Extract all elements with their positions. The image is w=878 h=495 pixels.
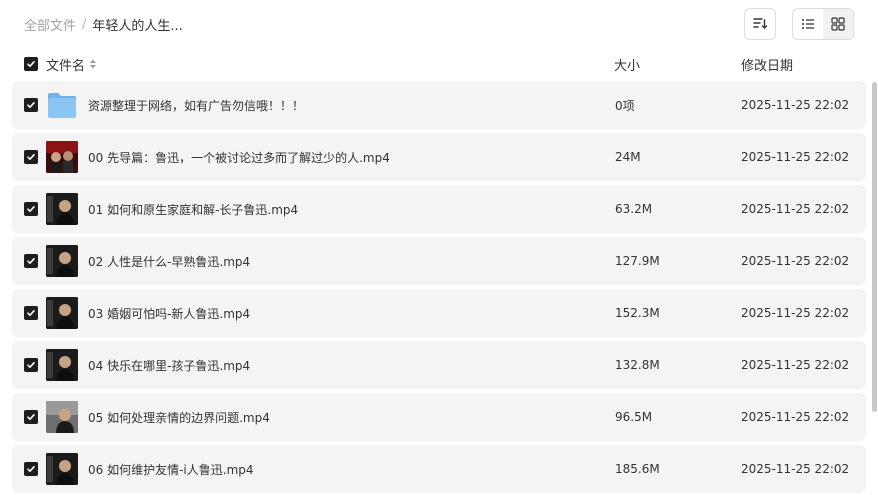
grid-view-icon — [831, 17, 845, 31]
column-header-date: 修改日期 — [741, 58, 794, 74]
sort-toggle-icon[interactable] — [89, 58, 97, 70]
file-size: 152.3M — [615, 306, 660, 320]
select-all-checkbox[interactable] — [24, 57, 38, 71]
video-thumbnail — [46, 141, 78, 173]
file-name[interactable]: 03 婚姻可怕吗-新人鲁迅.mp4 — [88, 289, 250, 337]
file-size: 63.2M — [615, 202, 653, 216]
column-header-size: 大小 — [614, 58, 641, 74]
file-row[interactable]: 04 快乐在哪里-孩子鲁迅.mp4 132.8M 2025-11-25 22:0… — [12, 341, 866, 389]
file-date: 2025-11-25 22:02 — [741, 254, 850, 268]
video-thumbnail — [46, 245, 78, 277]
file-row[interactable]: 01 如何和原生家庭和解-长子鲁迅.mp4 63.2M 2025-11-25 2… — [12, 185, 866, 233]
row-checkbox[interactable] — [24, 358, 38, 372]
file-row[interactable]: 05 如何处理亲情的边界问题.mp4 96.5M 2025-11-25 22:0… — [12, 393, 866, 441]
file-name[interactable]: 资源整理于网络，如有广告勿信哦！！！ — [88, 81, 304, 129]
file-size: 24M — [615, 150, 641, 164]
video-thumbnail — [46, 297, 78, 329]
file-name[interactable]: 04 快乐在哪里-孩子鲁迅.mp4 — [88, 341, 250, 389]
file-list-header: 文件名 大小 修改日期 — [24, 54, 868, 74]
check-icon — [27, 258, 35, 264]
file-size: 127.9M — [615, 254, 660, 268]
file-name[interactable]: 00 先导篇：鲁迅，一个被讨论过多而了解过少的人.mp4 — [88, 133, 390, 181]
row-checkbox[interactable] — [24, 254, 38, 268]
row-checkbox[interactable] — [24, 410, 38, 424]
file-size: 132.8M — [615, 358, 660, 372]
row-checkbox[interactable] — [24, 462, 38, 476]
video-thumbnail — [46, 349, 78, 381]
scrollbar-thumb[interactable] — [872, 82, 877, 412]
file-date: 2025-11-25 22:02 — [741, 98, 850, 112]
view-toggle — [792, 8, 854, 40]
toolbar — [744, 8, 854, 40]
file-date: 2025-11-25 22:02 — [741, 410, 850, 424]
video-thumbnail — [46, 193, 78, 225]
file-name[interactable]: 06 如何维护友情-i人鲁迅.mp4 — [88, 445, 254, 493]
file-row[interactable]: 02 人性是什么-早熟鲁迅.mp4 127.9M 2025-11-25 22:0… — [12, 237, 866, 285]
file-name[interactable]: 01 如何和原生家庭和解-长子鲁迅.mp4 — [88, 185, 298, 233]
file-list: 资源整理于网络，如有广告勿信哦！！！ 0项 2025-11-25 22:02 0… — [12, 81, 866, 495]
check-icon — [27, 466, 35, 472]
check-icon — [27, 154, 35, 160]
file-row[interactable]: 03 婚姻可怕吗-新人鲁迅.mp4 152.3M 2025-11-25 22:0… — [12, 289, 866, 337]
check-icon — [27, 61, 35, 67]
file-date: 2025-11-25 22:02 — [741, 150, 850, 164]
file-row[interactable]: 06 如何维护友情-i人鲁迅.mp4 185.6M 2025-11-25 22:… — [12, 445, 866, 493]
file-date: 2025-11-25 22:02 — [741, 358, 850, 372]
file-date: 2025-11-25 22:02 — [741, 306, 850, 320]
check-icon — [27, 310, 35, 316]
check-icon — [27, 362, 35, 368]
video-thumbnail — [46, 453, 78, 485]
file-name[interactable]: 05 如何处理亲情的边界问题.mp4 — [88, 393, 270, 441]
check-icon — [27, 102, 35, 108]
list-view-button[interactable] — [793, 9, 823, 39]
check-icon — [27, 414, 35, 420]
check-icon — [27, 206, 35, 212]
row-checkbox[interactable] — [24, 98, 38, 112]
list-view-icon — [802, 19, 814, 29]
breadcrumb-current: 年轻人的人生... — [92, 18, 183, 34]
row-checkbox[interactable] — [24, 150, 38, 164]
folder-icon — [46, 89, 78, 121]
file-name[interactable]: 02 人性是什么-早熟鲁迅.mp4 — [88, 237, 250, 285]
file-row[interactable]: 资源整理于网络，如有广告勿信哦！！！ 0项 2025-11-25 22:02 — [12, 81, 866, 129]
sort-button[interactable] — [744, 8, 776, 40]
file-size: 0项 — [615, 98, 635, 113]
file-date: 2025-11-25 22:02 — [741, 202, 850, 216]
row-checkbox[interactable] — [24, 202, 38, 216]
file-date: 2025-11-25 22:02 — [741, 462, 850, 476]
video-thumbnail — [46, 401, 78, 433]
row-checkbox[interactable] — [24, 306, 38, 320]
file-size: 185.6M — [615, 462, 660, 476]
breadcrumb: 全部文件 / 年轻人的人生... — [24, 14, 183, 34]
sort-descending-icon — [753, 18, 768, 29]
column-header-name[interactable]: 文件名 — [46, 55, 85, 74]
breadcrumb-separator: / — [82, 16, 87, 32]
file-size: 96.5M — [615, 410, 653, 424]
grid-view-button[interactable] — [823, 9, 853, 39]
file-row[interactable]: 00 先导篇：鲁迅，一个被讨论过多而了解过少的人.mp4 24M 2025-11… — [12, 133, 866, 181]
breadcrumb-root-link[interactable]: 全部文件 — [24, 15, 76, 34]
